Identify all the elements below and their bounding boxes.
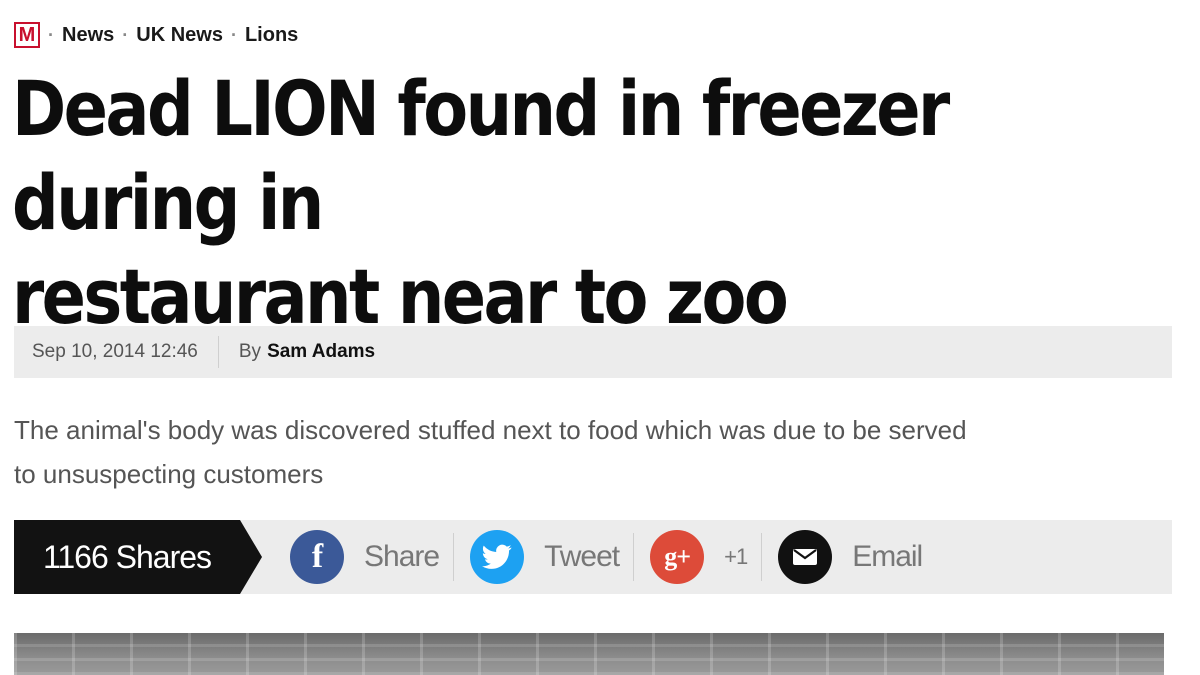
facebook-share-label: Share xyxy=(364,540,440,573)
facebook-icon: f xyxy=(290,530,344,584)
email-share-button[interactable]: Email xyxy=(762,520,936,594)
breadcrumb-uk-news[interactable]: UK News xyxy=(136,24,223,47)
article-lead-image xyxy=(14,633,1164,675)
site-logo[interactable]: M xyxy=(14,22,40,48)
article-summary: The animal's body was discovered stuffed… xyxy=(14,408,1174,496)
google-plus-icon: g+ xyxy=(650,530,705,584)
breadcrumb-separator: · xyxy=(230,24,237,45)
share-bar: 1166 Shares f Share Tweet g+ +1 Email xyxy=(14,520,1172,594)
twitter-icon xyxy=(470,530,525,584)
google-plus-share-button[interactable]: g+ +1 xyxy=(634,520,761,594)
email-share-label: Email xyxy=(852,540,923,573)
google-plus-share-label: +1 xyxy=(724,544,748,569)
publish-date: Sep 10, 2014 12:46 xyxy=(32,341,198,362)
facebook-share-button[interactable]: f Share xyxy=(274,520,453,594)
breadcrumb-lions[interactable]: Lions xyxy=(245,24,298,47)
summary-line-2: to unsuspecting customers xyxy=(14,459,324,489)
share-count-badge: 1166 Shares xyxy=(14,520,262,594)
email-icon xyxy=(778,530,833,584)
headline-line-1: Dead LION found in freezer during in xyxy=(12,64,950,247)
summary-line-1: The animal's body was discovered stuffed… xyxy=(14,415,967,445)
breadcrumb-news[interactable]: News xyxy=(62,24,114,47)
author-link[interactable]: Sam Adams xyxy=(267,341,375,362)
breadcrumb: M · News · UK News · Lions xyxy=(14,22,298,48)
breadcrumb-separator: · xyxy=(122,24,129,45)
byline-label: By xyxy=(238,341,262,362)
breadcrumb-separator: · xyxy=(48,24,54,45)
twitter-share-label: Tweet xyxy=(544,540,620,573)
twitter-share-button[interactable]: Tweet xyxy=(454,520,633,594)
byline: By Sam Adams xyxy=(219,341,375,363)
article-meta-bar: Sep 10, 2014 12:46 By Sam Adams xyxy=(14,326,1172,378)
article-headline: Dead LION found in freezer during in res… xyxy=(12,62,1096,344)
